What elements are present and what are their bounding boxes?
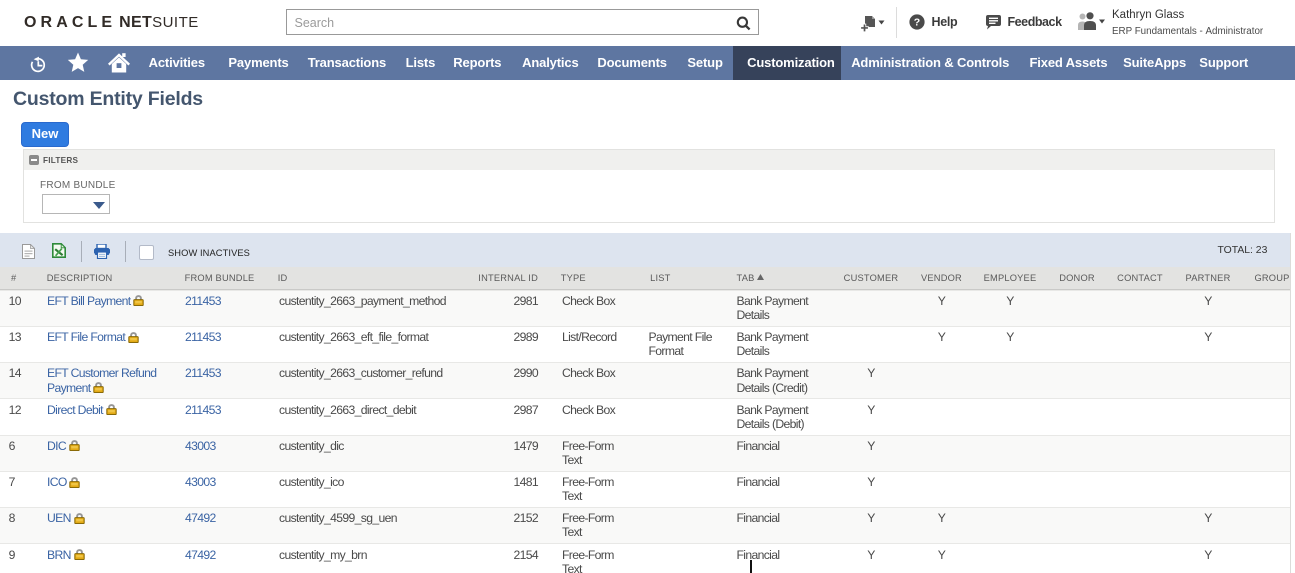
svg-text:?: ? bbox=[914, 17, 920, 29]
